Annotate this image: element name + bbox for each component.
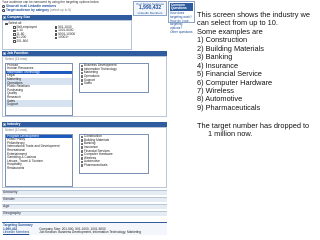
job-function-subtitle: Select (15 max): [5, 57, 28, 61]
remove-icon[interactable]: x: [80, 79, 84, 82]
job-function-selected-list: x Business Development x Information Techn…: [79, 62, 149, 93]
targeting-screenshot: Your audience can be narrowed by using t…: [0, 0, 196, 240]
remove-icon[interactable]: x: [80, 146, 84, 149]
selected-item-label: Sales: [83, 81, 92, 86]
remove-icon[interactable]: x: [80, 164, 84, 167]
list-item[interactable]: Support: [6, 103, 72, 107]
commentary-panel: This screen shows the industry we can se…: [197, 10, 319, 139]
remove-icon[interactable]: x: [80, 64, 84, 68]
company-size-column-left: Self-employed 1-10 11-50 51-200 201-500: [13, 25, 37, 44]
remove-icon[interactable]: x: [80, 150, 84, 153]
company-size-checkbox[interactable]: [13, 26, 16, 29]
job-function-title: Job Function: [7, 50, 29, 55]
remove-icon[interactable]: x: [80, 135, 84, 139]
company-size-option[interactable]: 201-500: [13, 38, 37, 44]
seniority-header[interactable]: Seniority: [2, 190, 167, 195]
geography-header[interactable]: Geography: [2, 211, 167, 216]
select-all-checkbox[interactable]: [5, 22, 8, 26]
company-size-option-label: 201-500: [16, 38, 29, 43]
section-title: Age: [3, 204, 10, 209]
section-title: Seniority: [3, 190, 18, 195]
industry-subtitle: Select (10 max): [5, 128, 28, 132]
company-size-column-right: 501-1000 1001-5000 5001-10000 10001+: [54, 25, 75, 44]
remove-icon[interactable]: x: [80, 139, 84, 142]
section-title: Geography: [3, 211, 21, 216]
help-link[interactable]: Other questions: [170, 30, 193, 35]
company-size-option[interactable]: 10001+: [54, 35, 75, 40]
remove-icon[interactable]: x: [80, 142, 84, 146]
company-size-checkbox[interactable]: [3, 16, 6, 19]
selected-item: x Pharmaceuticals: [80, 162, 148, 168]
company-size-checkbox[interactable]: [13, 33, 16, 36]
age-header[interactable]: Age: [2, 204, 167, 209]
gender-header[interactable]: Gender: [2, 197, 167, 202]
target-category-suffix: (select up to 5): [50, 8, 72, 12]
remove-icon[interactable]: x: [80, 82, 84, 86]
target-audience-box: Your Target Audience 1,990,432 LinkedIn …: [133, 1, 167, 16]
remove-icon[interactable]: x: [80, 75, 84, 78]
list-item: 9) Pharmaceuticals: [197, 102, 261, 112]
company-size-title: Company Size: [7, 14, 31, 19]
job-function-list[interactable]: Product Human Resources Information Tech…: [5, 62, 73, 116]
targeting-summary: Targeting Summary 1,990,432 LinkedIn Mem…: [2, 222, 167, 235]
remove-icon[interactable]: x: [80, 71, 84, 75]
company-size-checkbox[interactable]: [13, 29, 16, 33]
industry-title: Industry: [7, 121, 21, 126]
examples-list: 1) Construction 2) Building Materials 3)…: [197, 35, 319, 112]
remove-icon[interactable]: x: [80, 68, 84, 71]
target-category-label: Target audience by category: [6, 8, 49, 12]
selected-item: x Sales: [80, 81, 148, 86]
conclusion-line: 1 million now.: [208, 129, 253, 139]
remove-icon[interactable]: x: [80, 160, 84, 164]
summary-job-function: Job function: Business Development, Info…: [39, 230, 141, 235]
company-size-checkbox[interactable]: [54, 26, 58, 29]
selected-item-label: Pharmaceuticals: [83, 162, 108, 167]
company-size-panel: Select all Self-employed 1-10 11-50 51-2…: [2, 20, 132, 50]
remove-icon[interactable]: x: [80, 153, 84, 157]
help-title: Common Questions: [170, 3, 193, 12]
company-size-checkbox[interactable]: [13, 40, 16, 44]
company-size-checkbox[interactable]: [54, 29, 58, 33]
industry-list[interactable]: Program Development Public Policy Philan…: [5, 133, 73, 187]
company-size-option-label: 10001+: [58, 35, 69, 40]
list-item[interactable]: Restaurants: [6, 166, 72, 171]
company-size-checkbox[interactable]: [54, 36, 58, 40]
job-function-checkbox[interactable]: [3, 52, 6, 55]
radio-show-all[interactable]: [2, 5, 5, 9]
radio-target-category[interactable]: [2, 9, 5, 13]
summary-label: LinkedIn Members: [3, 230, 30, 235]
target-audience-label: LinkedIn Members: [137, 11, 163, 16]
company-size-checkbox[interactable]: [13, 36, 16, 40]
industry-selected-list: x Construction x Building Materials x Banki…: [79, 133, 149, 174]
job-function-panel: Select (15 max) Product Human Resources …: [2, 56, 167, 117]
company-size-checkbox[interactable]: [54, 33, 58, 36]
section-title: Gender: [3, 197, 15, 202]
industry-panel: Select (10 max) Program Development Publ…: [2, 127, 167, 188]
help-panel: Common Questions How does targeting work…: [168, 1, 195, 33]
target-by-category-option[interactable]: Target audience by category (select up t…: [2, 8, 132, 13]
industry-checkbox[interactable]: [3, 123, 6, 126]
remove-icon[interactable]: x: [80, 157, 84, 160]
